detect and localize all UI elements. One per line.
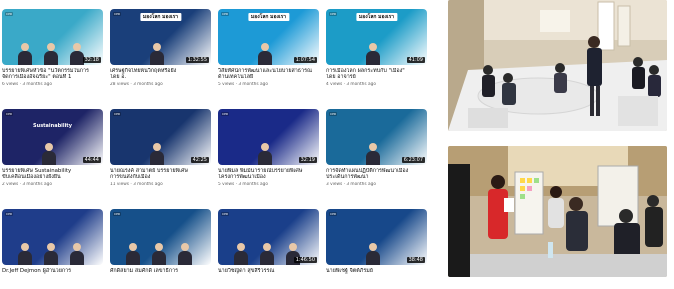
- video-thumbnail[interactable]: CPD 32:19: [218, 109, 319, 165]
- channel-logo: CPD: [329, 12, 338, 16]
- video-card[interactable]: CPD Dr.Jeff Dejmon ผู้อำนวยการ: [2, 209, 103, 289]
- speaker-figure: [44, 243, 58, 265]
- video-title[interactable]: นายวิชญ์ดา สุขสิริวรรณ: [218, 268, 319, 275]
- channel-logo: CPD: [221, 12, 230, 16]
- video-thumbnail[interactable]: CPD มองโลก มองเรา 41:09: [326, 9, 427, 65]
- video-card[interactable]: CPD 1:46:50 นายวิชญ์ดา สุขสิริวรรณ: [218, 209, 319, 289]
- workshop-photo-top: [448, 0, 667, 131]
- speaker-figure: [44, 43, 58, 65]
- thumbnail-headline: Sustainability: [33, 123, 72, 129]
- video-thumbnail[interactable]: CPD มองโลก มองเรา 1:07:54: [218, 9, 319, 65]
- speaker-figure: [150, 43, 164, 65]
- video-title-line2[interactable]: โครงการพัฒนาเมือง: [218, 174, 319, 181]
- speaker-figure: [150, 143, 164, 165]
- video-card[interactable]: CPD มองโลก มองเรา 41:09 การเมืองโลก ผลกระทบ…: [326, 9, 427, 89]
- channel-logo: CPD: [113, 212, 122, 216]
- channel-logo: CPD: [5, 12, 14, 16]
- duration-badge: 42:25: [190, 157, 209, 163]
- speaker-figure: [18, 243, 32, 265]
- video-meta: 5 views · 3 months ago: [218, 82, 268, 87]
- workshop-photo-bottom: [448, 146, 667, 277]
- video-thumbnail[interactable]: CPD: [2, 209, 103, 265]
- panel-discussion-image: [448, 146, 667, 277]
- duration-badge: 1:32:55: [185, 57, 209, 63]
- speaker-figure: [70, 43, 84, 65]
- video-title-line2[interactable]: โดย อาจารย์: [326, 74, 427, 81]
- video-title-line2[interactable]: การขนส่งกับเมือง: [110, 174, 211, 181]
- channel-logo: CPD: [113, 12, 122, 16]
- channel-logo: CPD: [113, 112, 122, 116]
- speaker-figure: [152, 243, 166, 265]
- speaker-figure: [258, 143, 272, 165]
- speaker-figure: [366, 243, 380, 265]
- speaker-figure: [234, 243, 248, 265]
- channel-logo: CPD: [221, 212, 230, 216]
- video-card[interactable]: CPD 38:48 นายพิเชฐ์ จิตต์ภิรมย์: [326, 209, 427, 289]
- video-title-line2[interactable]: ด้านเทคโนโลยี: [218, 74, 319, 81]
- duration-badge: 1:46:50: [293, 257, 317, 263]
- channel-logo: CPD: [329, 212, 338, 216]
- duration-badge: 32:19: [298, 157, 317, 163]
- video-thumbnail[interactable]: CPD 32:18: [2, 9, 103, 65]
- video-title-line2[interactable]: ประเด็นการพัฒนา: [326, 174, 427, 181]
- video-thumbnail[interactable]: CPD: [110, 209, 211, 265]
- speaker-figure: [258, 43, 272, 65]
- video-meta: 5 views · 3 months ago: [218, 182, 268, 187]
- duration-badge: 32:18: [82, 57, 101, 63]
- channel-logo: CPD: [5, 212, 14, 216]
- thumbnail-banner: มองโลก มองเรา: [139, 13, 182, 21]
- video-meta: 3 views · 3 months ago: [326, 182, 376, 187]
- video-thumbnail[interactable]: CPD Sustainability 44:44: [2, 109, 103, 165]
- workshop-room-image: [448, 0, 667, 131]
- speaker-figure: [366, 43, 380, 65]
- video-title[interactable]: นายพิเชฐ์ จิตต์ภิรมย์: [326, 268, 427, 275]
- speaker-figure: [366, 143, 380, 165]
- channel-logo: CPD: [221, 112, 230, 116]
- video-card[interactable]: CPD มองโลก มองเรา 1:32:55 เศรษฐกิจไทยพ้นวิก…: [110, 9, 211, 89]
- video-title-line2[interactable]: โดย อ.: [110, 74, 211, 81]
- channel-logo: CPD: [5, 112, 14, 116]
- video-title[interactable]: Dr.Jeff Dejmon ผู้อำนวยการ: [2, 268, 103, 275]
- video-meta: 4 views · 3 months ago: [326, 82, 376, 87]
- speaker-figure: [178, 243, 192, 265]
- video-thumbnail[interactable]: CPD 6:23:07: [326, 109, 427, 165]
- channel-logo: CPD: [329, 112, 338, 116]
- video-card[interactable]: CPD 42:25 นายณรงค์ สามาตย์ บรรยายพิเศษ การข…: [110, 109, 211, 189]
- video-card[interactable]: CPD ศักดิ์สยาม สมศักดิ์ เลขาธิการ: [110, 209, 211, 289]
- video-title-line2[interactable]: จัดการเมืองอัจฉริยะ" ตอนที่ 1: [2, 74, 103, 81]
- thumbnail-banner: มองโลก มองเรา: [247, 13, 290, 21]
- video-card[interactable]: CPD Sustainability 44:44 บรรยายพิเศษ Sustai…: [2, 109, 103, 189]
- speaker-figure: [18, 43, 32, 65]
- video-thumbnail[interactable]: CPD มองโลก มองเรา 1:32:55: [110, 9, 211, 65]
- thumbnail-banner: มองโลก มองเรา: [355, 13, 398, 21]
- duration-badge: 44:44: [82, 157, 101, 163]
- duration-badge: 1:07:54: [293, 57, 317, 63]
- video-meta: 2 views · 3 months ago: [2, 182, 52, 187]
- speaker-figure: [260, 243, 274, 265]
- video-title[interactable]: ศักดิ์สยาม สมศักดิ์ เลขาธิการ: [110, 268, 211, 275]
- duration-badge: 41:09: [406, 57, 425, 63]
- video-meta: 28 views · 3 months ago: [110, 82, 163, 87]
- video-card[interactable]: CPD มองโลก มองเรา 1:07:54 วิสัยทัศน์การพัฒน…: [218, 9, 319, 89]
- video-title-line2[interactable]: ขับเคลื่อนเมืองอย่างยั่งยืน: [2, 174, 103, 181]
- video-thumbnail[interactable]: CPD 38:48: [326, 209, 427, 265]
- video-card[interactable]: CPD 32:19 นายพิมล พิมม์นารายณ์บรรยายพิเศษโ…: [218, 109, 319, 189]
- speaker-figure: [42, 143, 56, 165]
- video-thumbnail[interactable]: CPD 42:25: [110, 109, 211, 165]
- video-meta: 6 views · 3 months ago: [2, 82, 52, 87]
- speaker-figure: [126, 243, 140, 265]
- video-thumbnail[interactable]: CPD 1:46:50: [218, 209, 319, 265]
- video-meta: 11 views · 3 months ago: [110, 182, 163, 187]
- duration-badge: 6:23:07: [401, 157, 425, 163]
- duration-badge: 38:48: [406, 257, 425, 263]
- video-card[interactable]: CPD 32:18 บรรยายพิเศษหัวข้อ "นวัตกรรมในการ…: [2, 9, 103, 89]
- video-grid: CPD 32:18 บรรยายพิเศษหัวข้อ "นวัตกรรมในการ…: [0, 0, 432, 277]
- speaker-figure: [70, 243, 84, 265]
- video-card[interactable]: CPD 6:23:07 การจัดทำแผนปฏิบัติการพัฒนาเมือ…: [326, 109, 427, 189]
